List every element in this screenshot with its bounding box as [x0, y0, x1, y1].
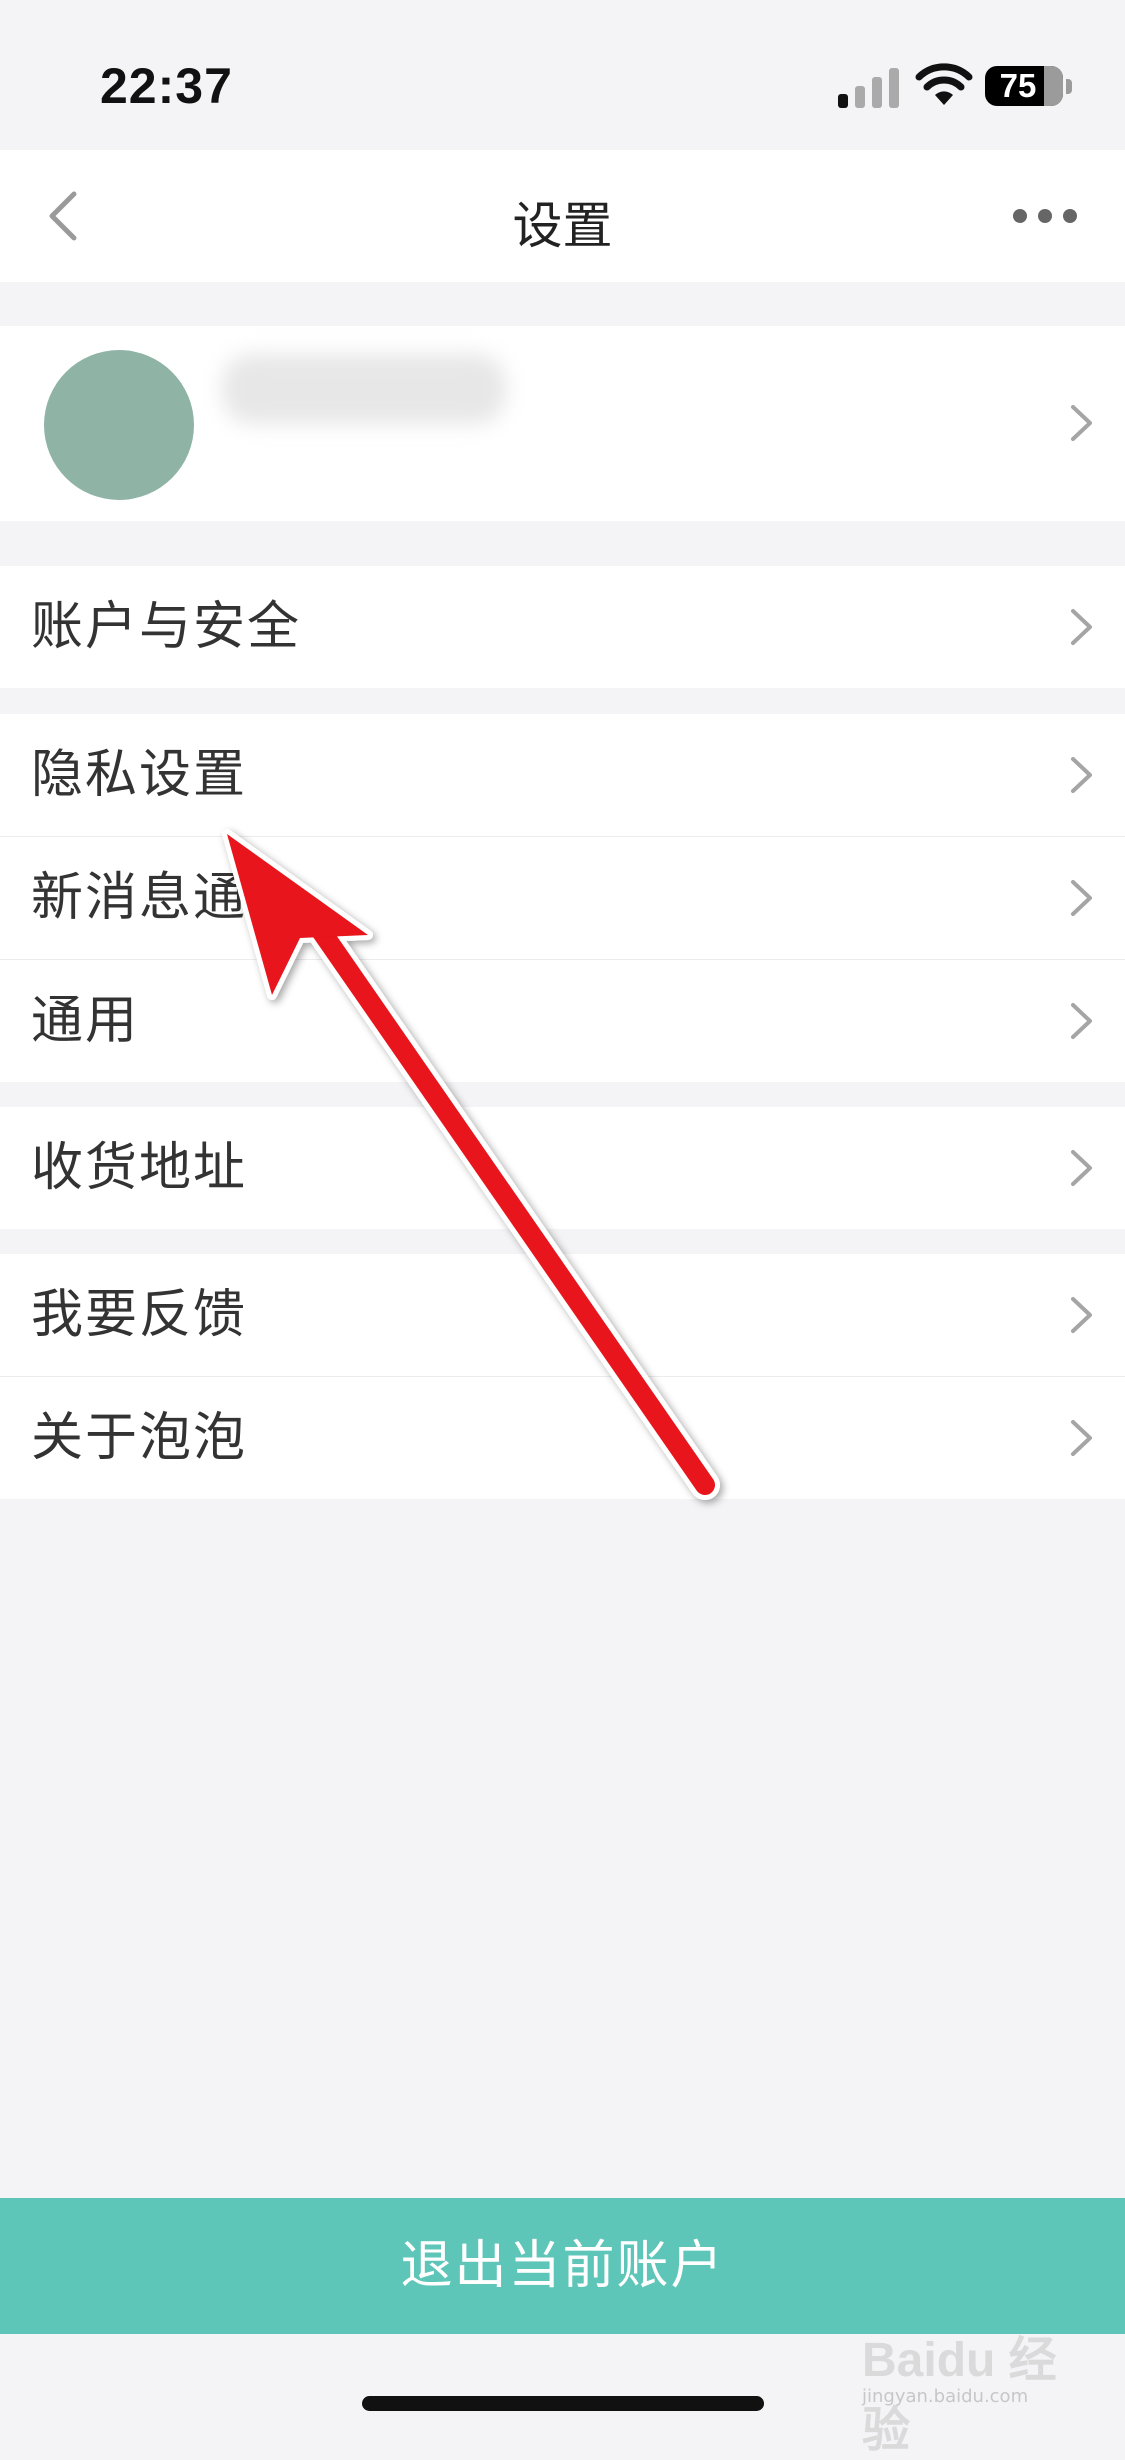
- settings-row-label: 收货地址: [31, 1138, 248, 1198]
- settings-group-account: 账户与安全: [0, 566, 1125, 688]
- settings-row-label: 隐私设置: [31, 745, 248, 805]
- status-bar: 22:37 75: [0, 0, 1125, 150]
- wifi-icon: [915, 63, 973, 105]
- settings-row-account-security[interactable]: 账户与安全: [0, 566, 1125, 688]
- settings-row-shipping-address[interactable]: 收货地址: [0, 1107, 1125, 1229]
- settings-row-label: 账户与安全: [31, 597, 302, 657]
- baidu-watermark: Baidu 经验 jingyan.baidu.com: [862, 2320, 1072, 2457]
- settings-row-notifications[interactable]: 新消息通: [0, 837, 1125, 960]
- settings-row-feedback[interactable]: 我要反馈: [0, 1254, 1125, 1377]
- settings-row-label: 我要反馈: [31, 1285, 248, 1345]
- settings-row-label: 通用: [31, 991, 140, 1051]
- page-title: 设置: [512, 197, 613, 255]
- status-time: 22:37: [100, 58, 233, 114]
- avatar: [44, 350, 194, 500]
- username-blurred: [222, 354, 506, 424]
- chevron-right-icon: [1071, 609, 1092, 645]
- signal-icon: [838, 68, 899, 108]
- battery-percent: 75: [999, 67, 1037, 104]
- settings-row-label: 关于泡泡: [31, 1408, 248, 1468]
- chevron-right-icon: [1071, 1420, 1092, 1456]
- chevron-right-icon: [1071, 1150, 1092, 1186]
- settings-group-general: 隐私设置 新消息通 通用: [0, 714, 1125, 1082]
- profile-card[interactable]: [0, 326, 1125, 521]
- chevron-right-icon: [1071, 880, 1092, 916]
- settings-row-label: 新消息通: [31, 868, 248, 928]
- watermark-url: jingyan.baidu.com: [862, 2386, 1029, 2407]
- more-icon[interactable]: [1010, 205, 1080, 227]
- chevron-right-icon: [1071, 1297, 1092, 1333]
- logout-button[interactable]: 退出当前账户: [0, 2198, 1125, 2334]
- chevron-right-icon: [1071, 405, 1092, 441]
- nav-bar: 设置: [0, 150, 1125, 282]
- logout-label: 退出当前账户: [400, 2236, 725, 2296]
- settings-row-about[interactable]: 关于泡泡: [0, 1377, 1125, 1499]
- settings-row-privacy[interactable]: 隐私设置: [0, 714, 1125, 837]
- battery-icon: 75: [985, 66, 1073, 108]
- settings-row-general[interactable]: 通用: [0, 960, 1125, 1082]
- chevron-right-icon: [1071, 1003, 1092, 1039]
- settings-group-address: 收货地址: [0, 1107, 1125, 1229]
- chevron-right-icon: [1071, 757, 1092, 793]
- home-indicator[interactable]: [362, 2396, 764, 2411]
- settings-group-about: 我要反馈 关于泡泡: [0, 1254, 1125, 1499]
